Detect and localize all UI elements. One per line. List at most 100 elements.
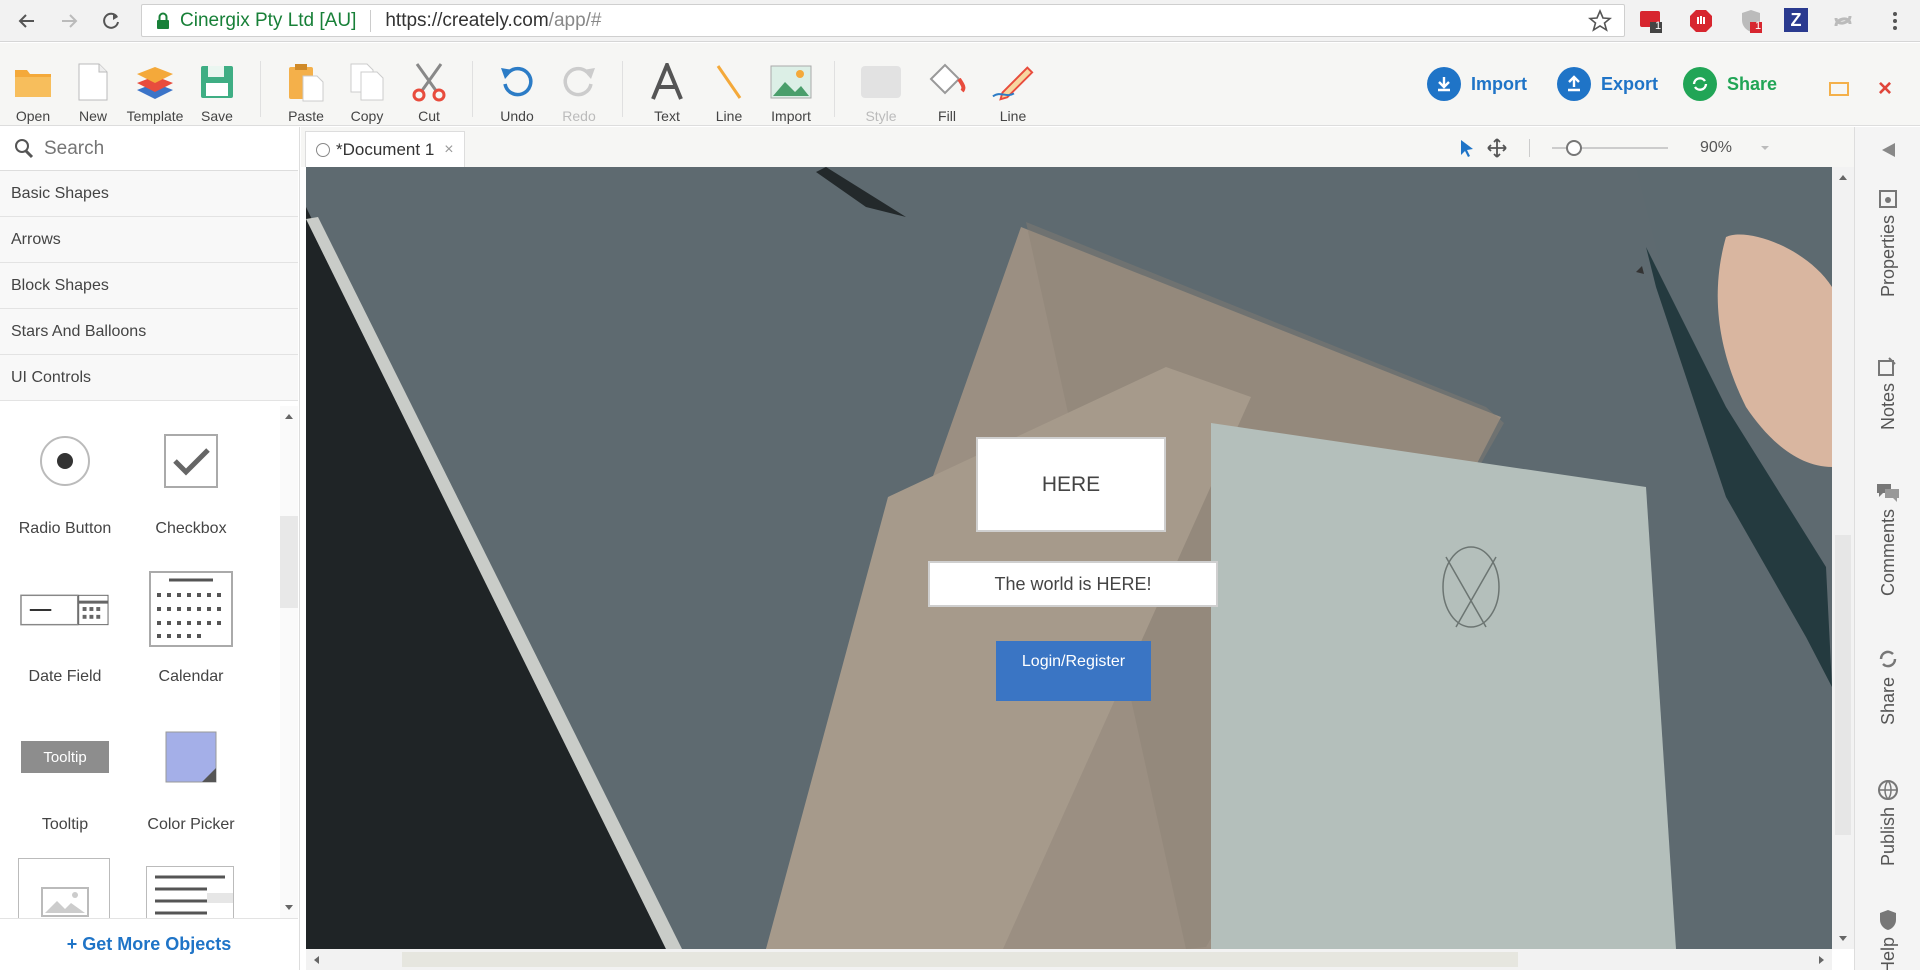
download-icon — [1427, 67, 1461, 101]
canvas-subtitle-box[interactable]: The world is HERE! — [928, 561, 1218, 607]
radio-button-icon — [20, 416, 110, 506]
pencil-line-icon — [991, 60, 1035, 104]
fill-button[interactable]: Fill — [916, 43, 978, 126]
rail-notes[interactable]: Notes — [1855, 355, 1920, 430]
style-button[interactable]: Style — [850, 43, 912, 126]
line-icon — [707, 60, 751, 104]
pan-move-icon[interactable] — [1487, 138, 1507, 158]
open-button[interactable]: Open — [2, 43, 64, 126]
canvas-scroll-left-icon[interactable] — [312, 955, 320, 965]
url-text: https://creately.com/app/# — [385, 9, 602, 31]
category-block-shapes[interactable]: Block Shapes — [0, 263, 298, 309]
calendar-icon — [146, 564, 236, 654]
import-image-button[interactable]: Import — [760, 43, 822, 126]
extension-swirl-icon[interactable] — [1830, 8, 1856, 34]
extension-z-icon[interactable]: Z — [1784, 8, 1808, 32]
extension-shield-icon[interactable]: 1 — [1738, 8, 1764, 34]
new-button[interactable]: New — [62, 43, 124, 126]
library-scroll-thumb[interactable] — [280, 516, 298, 608]
shape-date-field[interactable]: Date Field — [2, 554, 128, 702]
zoom-slider[interactable] — [1552, 138, 1668, 158]
rail-publish[interactable]: Publish — [1855, 779, 1920, 866]
floppy-disk-icon — [195, 60, 239, 104]
canvas-heading-box[interactable]: HERE — [976, 437, 1166, 532]
shape-image-placeholder[interactable] — [18, 858, 110, 918]
text-tool-button[interactable]: Text — [636, 43, 698, 126]
lock-icon — [157, 12, 169, 29]
library-categories: Basic Shapes Arrows Block Shapes Stars A… — [0, 171, 298, 401]
extension-mail-icon[interactable]: 1 — [1638, 8, 1664, 34]
canvas-login-button[interactable]: Login/Register — [996, 641, 1151, 701]
copy-icon — [345, 60, 389, 104]
shape-tooltip[interactable]: Tooltip Tooltip — [2, 702, 128, 850]
canvas-scroll-right-icon[interactable] — [1818, 955, 1826, 965]
comments-icon — [1877, 484, 1899, 502]
shape-text-list[interactable] — [146, 866, 234, 918]
select-pointer-icon[interactable] — [1459, 139, 1475, 157]
back-icon[interactable] — [14, 8, 40, 34]
category-basic-shapes[interactable]: Basic Shapes — [0, 171, 298, 217]
folder-icon — [11, 60, 55, 104]
bookmark-star-icon[interactable] — [1588, 9, 1612, 33]
save-button[interactable]: Save — [186, 43, 248, 126]
style-swatch-icon — [859, 60, 903, 104]
undo-button[interactable]: Undo — [486, 43, 548, 126]
export-button[interactable]: Export — [1557, 63, 1658, 105]
date-field-icon — [20, 564, 110, 654]
canvas-scroll-down-icon[interactable] — [1838, 935, 1848, 943]
collapse-rail-button[interactable] — [1855, 141, 1920, 159]
redo-button[interactable]: Redo — [548, 43, 610, 126]
canvas-hscroll-thumb[interactable] — [402, 952, 1518, 967]
shape-radio-button[interactable]: Radio Button — [2, 406, 128, 554]
search-input[interactable] — [44, 137, 284, 160]
properties-icon — [1879, 190, 1897, 208]
line-tool-button[interactable]: Line — [698, 43, 760, 126]
scroll-down-icon[interactable] — [284, 904, 294, 912]
copy-button[interactable]: Copy — [336, 43, 398, 126]
image-icon — [769, 60, 813, 104]
category-arrows[interactable]: Arrows — [0, 217, 298, 263]
canvas-vertical-scrollbar[interactable] — [1832, 167, 1854, 949]
canvas-vscroll-thumb[interactable] — [1835, 535, 1851, 835]
reload-icon[interactable] — [98, 8, 124, 34]
get-more-objects-link[interactable]: + Get More Objects — [0, 918, 298, 970]
category-ui-controls[interactable]: UI Controls — [0, 355, 298, 401]
line-style-button[interactable]: Line — [982, 43, 1044, 126]
zoom-slider-handle[interactable] — [1566, 140, 1582, 156]
redo-icon — [557, 60, 601, 104]
close-app-button[interactable]: × — [1878, 75, 1892, 103]
import-button[interactable]: Import — [1427, 63, 1527, 105]
rail-help[interactable]: Help — [1855, 909, 1920, 970]
zoom-controls: 90% — [1459, 135, 1770, 161]
close-tab-icon[interactable]: × — [444, 141, 453, 159]
template-button[interactable]: Template — [124, 43, 186, 126]
paste-button[interactable]: Paste — [275, 43, 337, 126]
share-button[interactable]: Share — [1683, 63, 1777, 105]
upload-icon — [1557, 67, 1591, 101]
shape-checkbox[interactable]: Checkbox — [128, 406, 254, 554]
collapse-toolbar-icon[interactable] — [1828, 81, 1850, 102]
rail-share[interactable]: Share — [1855, 647, 1920, 725]
browser-menu-icon[interactable] — [1882, 8, 1908, 34]
canvas-scroll-up-icon[interactable] — [1838, 173, 1848, 181]
zoom-dropdown-chevron-icon[interactable] — [1760, 145, 1770, 151]
extension-adblock-icon[interactable] — [1688, 8, 1714, 34]
notes-icon — [1878, 357, 1896, 376]
rail-properties[interactable]: Properties — [1855, 189, 1920, 297]
right-side-rail: Properties Notes Comments Share Publish … — [1854, 127, 1920, 970]
canvas-horizontal-scrollbar[interactable] — [306, 949, 1832, 970]
cut-button[interactable]: Cut — [398, 43, 460, 126]
checkbox-icon — [146, 416, 236, 506]
forward-icon[interactable] — [56, 8, 82, 34]
document-tab[interactable]: *Document 1 × — [305, 131, 465, 167]
scroll-up-icon[interactable] — [284, 412, 294, 420]
scissors-icon — [407, 60, 451, 104]
zoom-level[interactable]: 90% — [1700, 139, 1740, 157]
shape-calendar[interactable]: Calendar — [128, 554, 254, 702]
library-scrollbar[interactable] — [280, 406, 298, 918]
category-stars-balloons[interactable]: Stars And Balloons — [0, 309, 298, 355]
rail-comments[interactable]: Comments — [1855, 481, 1920, 596]
drawing-canvas[interactable]: HERE The world is HERE! Login/Register — [306, 167, 1832, 949]
shape-color-picker[interactable]: Color Picker — [128, 702, 254, 850]
address-bar[interactable]: Cinergix Pty Ltd [AU] https://creately.c… — [141, 4, 1625, 37]
